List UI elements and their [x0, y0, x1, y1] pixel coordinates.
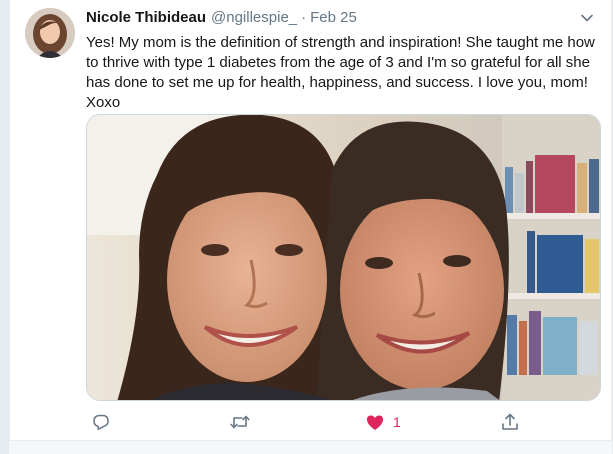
share-icon	[501, 413, 519, 431]
tweet-header: Nicole Thibideau @ngillespie_ · Feb 25	[86, 9, 597, 29]
reply-button[interactable]	[92, 411, 110, 433]
timestamp[interactable]: Feb 25	[310, 9, 357, 26]
retweet-button[interactable]	[230, 411, 250, 433]
reply-icon	[92, 413, 110, 431]
avatar[interactable]	[25, 8, 75, 58]
user-handle[interactable]: @ngillespie_	[211, 9, 297, 26]
tweet-actions: 1	[86, 411, 526, 433]
like-button[interactable]: 1	[366, 411, 401, 433]
tweet-photo[interactable]	[86, 114, 601, 401]
tweet-card[interactable]: Nicole Thibideau @ngillespie_ · Feb 25 Y…	[9, 0, 612, 440]
timeline-divider	[9, 440, 612, 454]
share-button[interactable]	[501, 411, 519, 433]
retweet-icon	[230, 413, 250, 431]
display-name[interactable]: Nicole Thibideau	[86, 9, 206, 26]
heart-icon	[366, 414, 384, 431]
chevron-down-icon[interactable]	[577, 10, 597, 26]
separator-dot: ·	[301, 9, 307, 26]
like-count: 1	[393, 414, 401, 430]
tweet-text: Yes! My mom is the definition of strengt…	[86, 34, 595, 111]
photo-image	[87, 115, 600, 400]
